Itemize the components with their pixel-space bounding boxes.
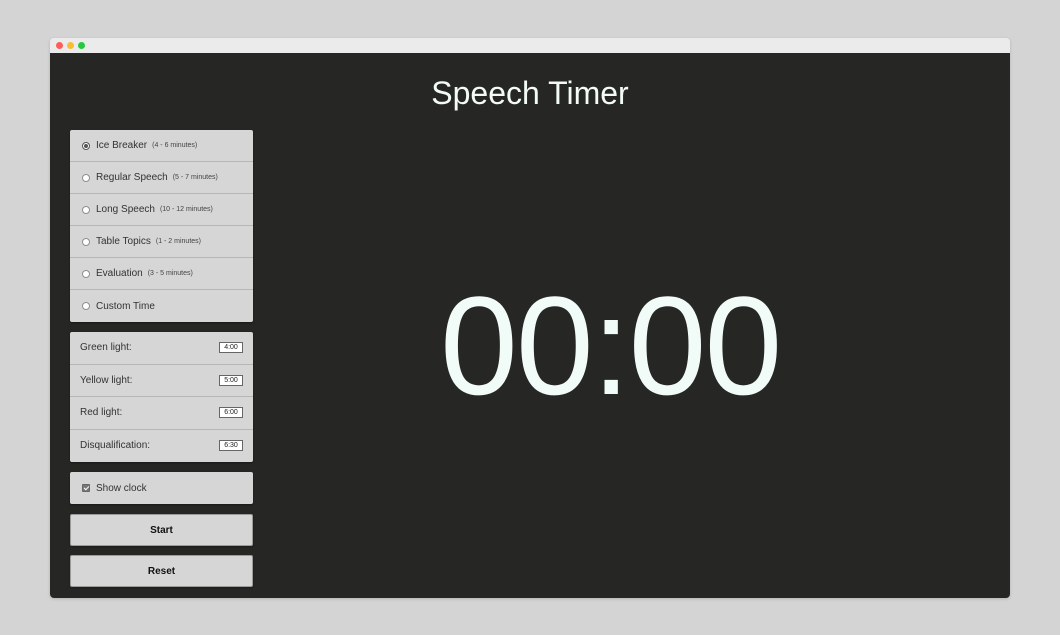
show-clock-checkbox[interactable]: [82, 484, 90, 492]
radio-icon[interactable]: [82, 173, 90, 182]
preset-option-regular-speech[interactable]: Regular Speech (5 - 7 minutes): [70, 162, 253, 194]
red-light-row: Red light:: [70, 397, 253, 430]
preset-option-ice-breaker[interactable]: Ice Breaker (4 - 6 minutes): [70, 130, 253, 162]
reset-button[interactable]: Reset: [70, 555, 253, 587]
app-window: Speech Timer Ice Breaker (4 - 6 minutes)…: [50, 38, 1010, 598]
show-clock-label: Show clock: [96, 482, 147, 494]
preset-range: (1 - 2 minutes): [155, 238, 201, 245]
preset-range: (3 - 5 minutes): [147, 270, 193, 277]
preset-option-long-speech[interactable]: Long Speech (10 - 12 minutes): [70, 194, 253, 226]
radio-icon[interactable]: [82, 237, 90, 246]
yellow-light-row: Yellow light:: [70, 365, 253, 397]
maximize-window-icon[interactable]: [78, 42, 85, 49]
radio-icon[interactable]: [82, 269, 90, 278]
preset-label: Custom Time: [96, 300, 155, 312]
page-title: Speech Timer: [431, 75, 629, 111]
minimize-window-icon[interactable]: [67, 42, 74, 49]
preset-option-table-topics[interactable]: Table Topics (1 - 2 minutes): [70, 226, 253, 258]
preset-range: (4 - 6 minutes): [152, 142, 198, 149]
preset-label: Long Speech: [96, 204, 155, 215]
clock-display: 00:00: [440, 267, 782, 424]
preset-range: (10 - 12 minutes): [159, 206, 213, 213]
close-window-icon[interactable]: [56, 42, 63, 49]
red-light-input[interactable]: [219, 407, 243, 419]
red-light-label: Red light:: [80, 407, 123, 419]
window-titlebar: [50, 38, 1010, 53]
preset-label: Table Topics: [96, 236, 151, 247]
start-button[interactable]: Start: [70, 514, 253, 546]
disqualification-label: Disqualification:: [80, 440, 151, 452]
green-light-row: Green light:: [70, 332, 253, 365]
radio-icon[interactable]: [82, 205, 90, 214]
yellow-light-input[interactable]: [219, 374, 243, 386]
light-settings-panel: Green light: Yellow light: Red light: Di…: [70, 332, 253, 462]
app-content: Speech Timer Ice Breaker (4 - 6 minutes)…: [50, 53, 1010, 598]
preset-label: Ice Breaker: [96, 140, 148, 151]
preset-option-evaluation[interactable]: Evaluation (3 - 5 minutes): [70, 258, 253, 290]
green-light-input[interactable]: [219, 342, 243, 354]
preset-range: (5 - 7 minutes): [172, 174, 218, 181]
preset-label: Regular Speech: [96, 172, 168, 183]
preset-panel: Ice Breaker (4 - 6 minutes) Regular Spee…: [70, 130, 253, 322]
show-clock-option[interactable]: Show clock: [70, 472, 253, 504]
preset-option-custom-time[interactable]: Custom Time: [70, 290, 253, 322]
green-light-label: Green light:: [80, 342, 132, 354]
radio-icon[interactable]: [82, 141, 90, 150]
options-panel: Show clock: [70, 472, 253, 504]
radio-icon[interactable]: [82, 302, 90, 310]
yellow-light-label: Yellow light:: [80, 374, 133, 386]
preset-label: Evaluation: [96, 268, 143, 279]
disqualification-input[interactable]: [219, 440, 243, 452]
disqualification-row: Disqualification:: [70, 430, 253, 463]
